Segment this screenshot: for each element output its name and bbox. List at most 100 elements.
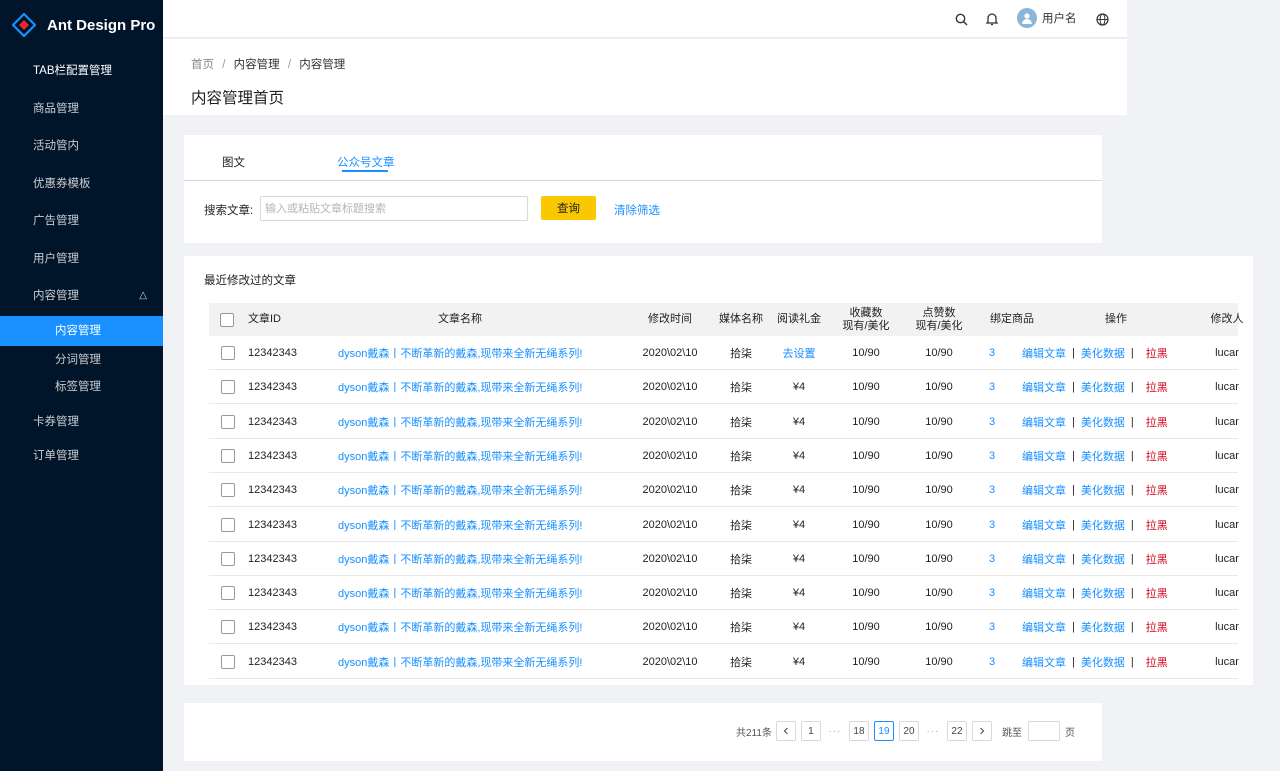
row-checkbox[interactable] [221,517,235,532]
bound-goods-link[interactable]: 3 [987,439,997,473]
breadcrumb-home[interactable]: 首页 [191,59,214,71]
row-checkbox[interactable] [221,586,235,601]
block-link[interactable]: 拉黑 [1146,414,1168,430]
block-link[interactable]: 拉黑 [1146,654,1168,670]
beautify-data-link[interactable]: 美化数据 [1081,517,1125,533]
row-checkbox[interactable] [221,483,235,498]
row-checkbox[interactable] [221,448,235,463]
row-checkbox[interactable] [221,620,235,635]
read-gift[interactable]: 去设置 [773,336,825,370]
edit-article-link[interactable]: 编辑文章 [1022,345,1066,361]
menu-item-orders[interactable]: 订单管理 [0,441,163,471]
edit-article-link[interactable]: 编辑文章 [1022,379,1066,395]
edit-article-link[interactable]: 编辑文章 [1022,585,1066,601]
bound-goods-link[interactable]: 3 [987,405,997,439]
article-name-link[interactable]: dyson戴森丨不断革新的戴森,现带来全新无绳系列! [338,473,582,507]
jump-page-input[interactable] [1027,721,1060,741]
block-link[interactable]: 拉黑 [1146,585,1168,601]
next-page-button[interactable] [971,721,992,741]
menu-item-products[interactable]: 商品管理 [0,94,163,124]
menu-item-tags[interactable]: 标签管理 [0,372,163,402]
article-name-link[interactable]: dyson戴森丨不断革新的戴森,现带来全新无绳系列! [338,576,582,610]
bound-goods-link[interactable]: 3 [987,473,997,507]
prev-page-button[interactable] [775,721,796,741]
block-link[interactable]: 拉黑 [1146,551,1168,567]
edit-article-link[interactable]: 编辑文章 [1022,517,1066,533]
page-20[interactable]: 20 [898,721,919,741]
page-18[interactable]: 18 [848,721,869,741]
beautify-data-link[interactable]: 美化数据 [1081,414,1125,430]
row-checkbox[interactable] [221,551,235,566]
article-name-link[interactable]: dyson戴森丨不断革新的戴森,现带来全新无绳系列! [338,439,582,473]
row-checkbox[interactable] [221,654,235,669]
column-header-media[interactable]: 媒体名称 [714,303,768,336]
menu-item-activities[interactable]: 活动管内 [0,131,163,161]
article-name-link[interactable]: dyson戴森丨不断革新的戴森,现带来全新无绳系列! [338,542,582,576]
edit-article-link[interactable]: 编辑文章 [1022,482,1066,498]
row-checkbox[interactable] [221,346,235,360]
column-header-gift[interactable]: 阅读礼金 [773,303,825,336]
row-checkbox[interactable] [221,380,235,395]
beautify-data-link[interactable]: 美化数据 [1081,345,1125,361]
bound-goods-link[interactable]: 3 [987,610,997,644]
page-1[interactable]: 1 [800,721,821,741]
beautify-data-link[interactable]: 美化数据 [1081,448,1125,464]
menu-item-users[interactable]: 用户管理 [0,244,163,274]
page-ellipsis[interactable]: ··· [923,726,943,737]
breadcrumb-content[interactable]: 内容管理 [234,59,280,71]
bell-icon[interactable] [984,11,1000,27]
column-header-name[interactable]: 文章名称 [430,303,490,336]
edit-article-link[interactable]: 编辑文章 [1022,619,1066,635]
globe-icon[interactable] [1094,11,1110,27]
page-ellipsis[interactable]: ··· [825,726,845,737]
page-22[interactable]: 22 [946,721,967,741]
block-link[interactable]: 拉黑 [1146,448,1168,464]
beautify-data-link[interactable]: 美化数据 [1081,585,1125,601]
logo[interactable]: Ant Design Pro [12,12,155,38]
beautify-data-link[interactable]: 美化数据 [1081,482,1125,498]
select-all-checkbox[interactable] [220,312,234,327]
edit-article-link[interactable]: 编辑文章 [1022,414,1066,430]
column-header-time[interactable]: 修改时间 [635,303,705,336]
bound-goods-link[interactable]: 3 [987,542,997,576]
edit-article-link[interactable]: 编辑文章 [1022,448,1066,464]
user-menu[interactable]: 用户名 [1017,8,1077,28]
page-19-current[interactable]: 19 [873,721,894,741]
bound-goods-link[interactable]: 3 [987,645,997,679]
clear-filter-link[interactable]: 清除筛选 [614,202,660,218]
bound-goods-link[interactable]: 3 [987,336,997,370]
article-name-link[interactable]: dyson戴森丨不断革新的戴森,现带来全新无绳系列! [338,370,582,404]
article-name-link[interactable]: dyson戴森丨不断革新的戴森,现带来全新无绳系列! [338,610,582,644]
column-header-goods[interactable]: 绑定商品 [987,303,1037,336]
column-header-editor[interactable]: 修改人 [1205,303,1249,336]
tab-wechat-articles[interactable]: 公众号文章 [337,154,395,170]
beautify-data-link[interactable]: 美化数据 [1081,551,1125,567]
article-name-link[interactable]: dyson戴森丨不断革新的戴森,现带来全新无绳系列! [338,405,582,439]
search-icon[interactable] [953,11,969,27]
article-search-input[interactable] [260,196,528,221]
menu-item-ads[interactable]: 广告管理 [0,206,163,236]
block-link[interactable]: 拉黑 [1146,482,1168,498]
block-link[interactable]: 拉黑 [1146,345,1168,361]
menu-item-coupon-templates[interactable]: 优惠券模板 [0,169,163,199]
menu-item-content-group[interactable]: 内容管理 △ [0,281,163,311]
edit-article-link[interactable]: 编辑文章 [1022,551,1066,567]
row-checkbox[interactable] [221,414,235,429]
beautify-data-link[interactable]: 美化数据 [1081,379,1125,395]
column-header-favorites[interactable]: 收藏数 现有/美化 [836,303,896,336]
article-name-link[interactable]: dyson戴森丨不断革新的戴森,现带来全新无绳系列! [338,508,582,542]
article-name-link[interactable]: dyson戴森丨不断革新的戴森,现带来全新无绳系列! [338,336,582,370]
menu-item-cards[interactable]: 卡券管理 [0,407,163,437]
block-link[interactable]: 拉黑 [1146,517,1168,533]
tab-image-text[interactable]: 图文 [222,154,245,170]
bound-goods-link[interactable]: 3 [987,370,997,404]
article-name-link[interactable]: dyson戴森丨不断革新的戴森,现带来全新无绳系列! [338,645,582,679]
menu-item-tab-config[interactable]: TAB栏配置管理 [0,56,163,86]
column-header-likes[interactable]: 点赞数 现有/美化 [909,303,969,336]
beautify-data-link[interactable]: 美化数据 [1081,654,1125,670]
bound-goods-link[interactable]: 3 [987,508,997,542]
menu-item-segmentation[interactable]: 分词管理 [0,345,163,375]
beautify-data-link[interactable]: 美化数据 [1081,619,1125,635]
block-link[interactable]: 拉黑 [1146,379,1168,395]
query-button[interactable]: 查询 [541,196,596,220]
